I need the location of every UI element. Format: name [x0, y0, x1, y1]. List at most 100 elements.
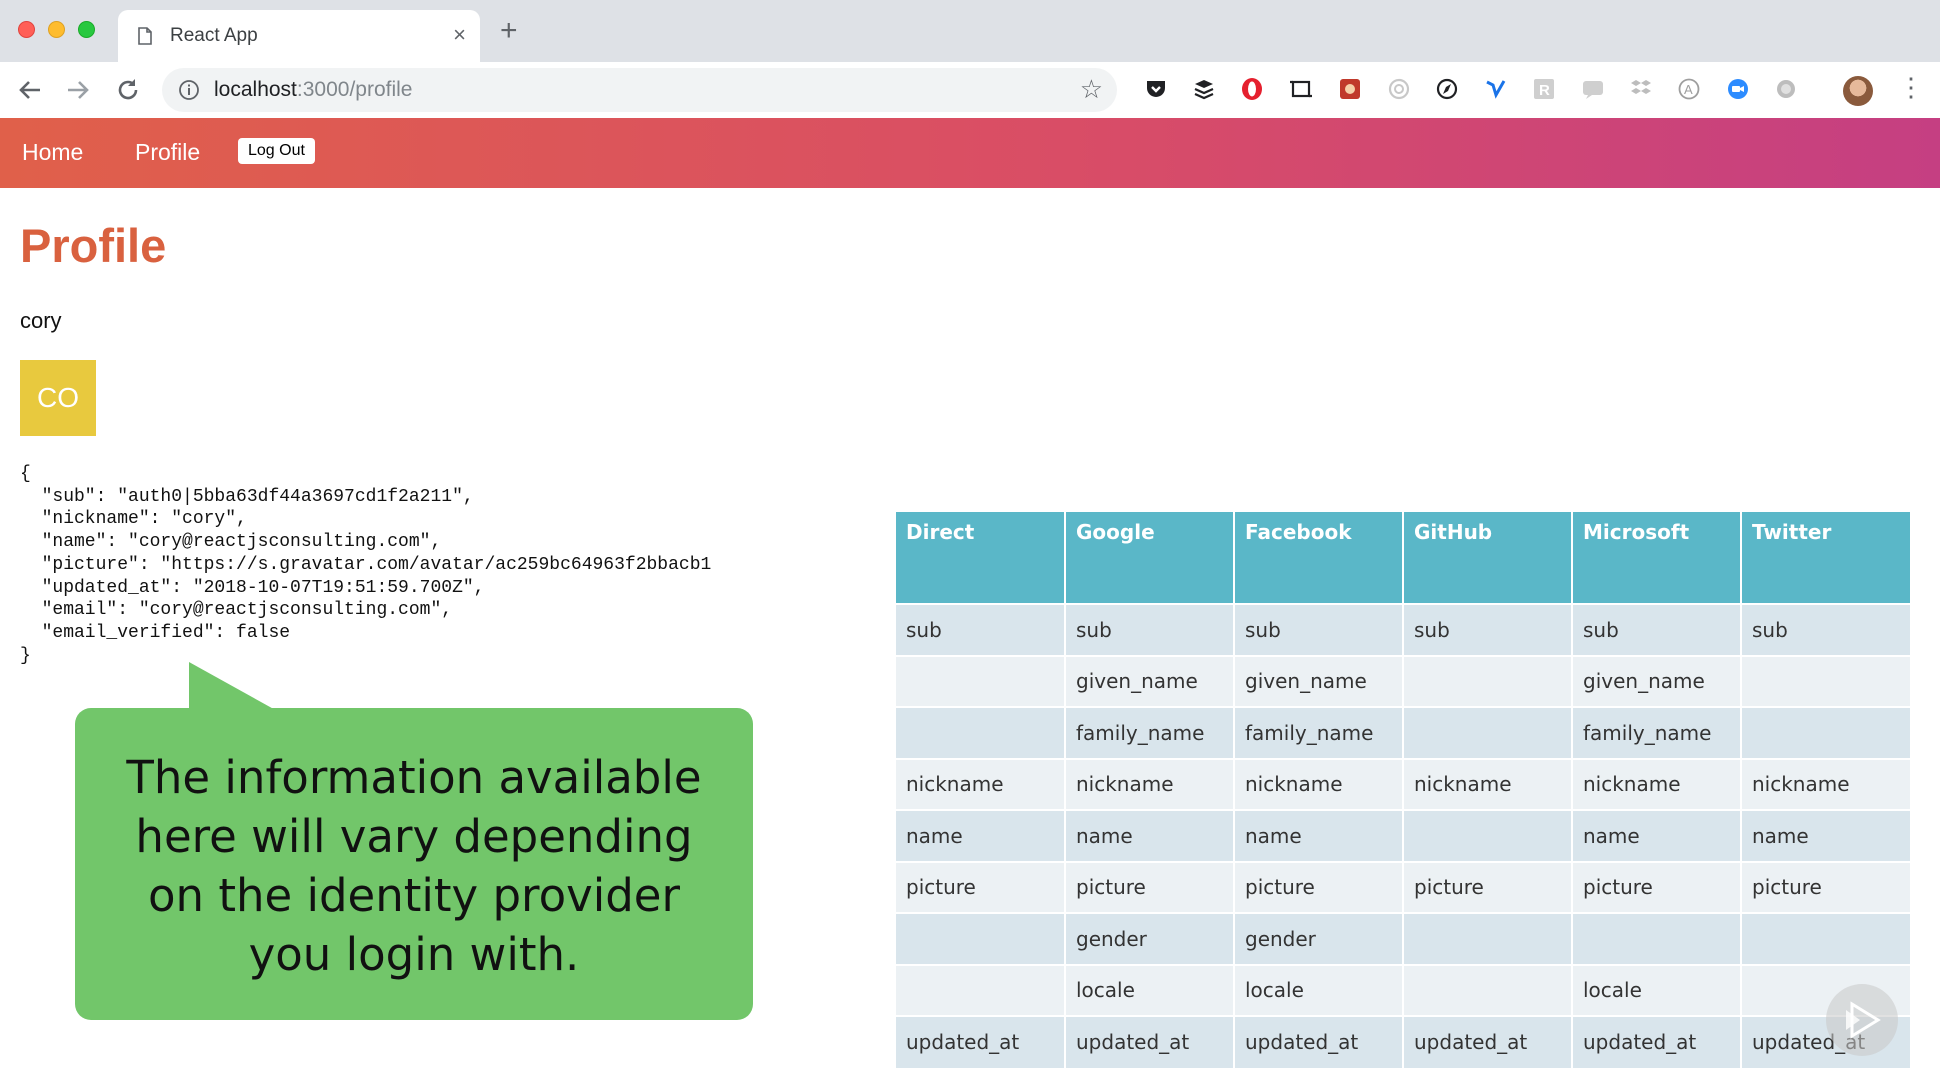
table-row: given_name given_name given_name	[896, 654, 1910, 707]
table-cell: nickname	[1572, 757, 1742, 810]
reload-icon[interactable]	[112, 74, 144, 106]
video-play-icon[interactable]	[1826, 984, 1898, 1056]
table-cell: picture	[1065, 860, 1235, 913]
image-ext-icon[interactable]	[1337, 77, 1363, 103]
table-cell: locale	[1234, 963, 1404, 1016]
column-header-twitter: Twitter	[1741, 512, 1910, 604]
table-cell	[1403, 963, 1573, 1016]
column-header-github: GitHub	[1403, 512, 1573, 604]
opera-icon[interactable]	[1239, 77, 1265, 103]
pocket-icon[interactable]	[1143, 77, 1169, 103]
table-cell: given_name	[1572, 654, 1742, 707]
table-cell	[896, 654, 1066, 707]
callout-tail	[189, 662, 279, 712]
address-bar[interactable]: localhost:3000/profile ☆	[162, 68, 1117, 112]
table-cell: name	[1065, 809, 1235, 862]
browser-tabstrip: React App × +	[0, 0, 1940, 62]
table-cell: nickname	[1234, 757, 1404, 810]
zoom-icon[interactable]	[1725, 77, 1751, 103]
table-header-row: Direct Google Facebook GitHub Microsoft …	[896, 512, 1910, 604]
callout-line: you login with.	[248, 928, 580, 981]
table-cell: updated_at	[896, 1015, 1066, 1068]
close-window-button[interactable]	[18, 21, 35, 38]
table-cell: given_name	[1065, 654, 1235, 707]
table-cell: picture	[1234, 860, 1404, 913]
callout-bubble: The information available here will vary…	[75, 708, 753, 1020]
table-cell: picture	[1741, 860, 1910, 913]
document-icon	[138, 27, 152, 45]
table-row: name name name name name	[896, 809, 1910, 862]
identity-provider-table: Direct Google Facebook GitHub Microsoft …	[896, 512, 1910, 1068]
callout-line: The information available	[126, 751, 702, 804]
bookmark-star-icon[interactable]: ☆	[1080, 74, 1103, 105]
table-cell	[1572, 912, 1742, 965]
user-avatar-icon[interactable]	[1843, 76, 1873, 106]
table-cell: gender	[1234, 912, 1404, 965]
table-cell	[896, 706, 1066, 759]
table-cell: nickname	[1741, 757, 1910, 810]
table-cell: family_name	[1065, 706, 1235, 759]
column-header-facebook: Facebook	[1234, 512, 1404, 604]
callout-text: The information available here will vary…	[75, 748, 753, 984]
table-cell: family_name	[1572, 706, 1742, 759]
table-cell: nickname	[896, 757, 1066, 810]
more-menu-icon[interactable]: ⋮	[1898, 72, 1924, 103]
table-row: sub sub sub sub sub sub	[896, 603, 1910, 656]
column-header-direct: Direct	[896, 512, 1066, 604]
browser-toolbar: localhost:3000/profile ☆ R A ⋮	[0, 62, 1940, 119]
table-cell: locale	[1572, 963, 1742, 1016]
compass-icon[interactable]	[1434, 77, 1460, 103]
back-icon[interactable]	[14, 74, 46, 106]
app-navbar: Home Profile Log Out	[0, 118, 1940, 188]
table-cell: sub	[1234, 603, 1404, 656]
table-cell	[896, 963, 1066, 1016]
table-cell	[1403, 654, 1573, 707]
table-cell: updated_at	[1403, 1015, 1573, 1068]
table-cell: sub	[1572, 603, 1742, 656]
play-icon	[1846, 1001, 1881, 1039]
table-cell: nickname	[1403, 757, 1573, 810]
svg-text:A: A	[1684, 82, 1693, 97]
info-icon[interactable]	[178, 79, 200, 101]
buffer-icon[interactable]	[1191, 77, 1217, 103]
browser-tab[interactable]: React App ×	[118, 10, 480, 62]
table-row: nickname nickname nickname nickname nickname…	[896, 757, 1910, 810]
profile-json: { "sub": "auth0|5bba63df44a3697cd1f2a211…	[20, 464, 712, 666]
r-icon[interactable]: R	[1531, 77, 1557, 103]
table-cell: updated_at	[1572, 1015, 1742, 1068]
table-cell: name	[1234, 809, 1404, 862]
table-cell: picture	[1403, 860, 1573, 913]
circle-icon[interactable]	[1773, 77, 1799, 103]
nav-link-profile[interactable]: Profile	[135, 139, 200, 166]
profile-avatar: CO	[20, 360, 96, 436]
a-circle-icon[interactable]: A	[1676, 77, 1702, 103]
table-cell: nickname	[1065, 757, 1235, 810]
table-cell: sub	[1065, 603, 1235, 656]
dropbox-icon[interactable]	[1628, 77, 1654, 103]
url-text[interactable]: localhost:3000/profile	[214, 78, 412, 102]
table-cell: sub	[896, 603, 1066, 656]
refresh-circle-icon[interactable]	[1386, 77, 1412, 103]
url-host: localhost	[214, 78, 297, 101]
table-cell: sub	[1741, 603, 1910, 656]
vimeo-icon[interactable]	[1483, 77, 1509, 103]
forward-icon[interactable]	[62, 74, 94, 106]
column-header-google: Google	[1065, 512, 1235, 604]
screenshot-icon[interactable]	[1288, 77, 1314, 103]
table-cell: name	[1572, 809, 1742, 862]
table-cell: family_name	[1234, 706, 1404, 759]
nav-link-home[interactable]: Home	[22, 139, 83, 166]
table-cell: sub	[1403, 603, 1573, 656]
maximize-window-button[interactable]	[78, 21, 95, 38]
column-header-microsoft: Microsoft	[1572, 512, 1742, 604]
table-row: family_name family_name family_name	[896, 706, 1910, 759]
profile-username: cory	[20, 308, 62, 333]
table-cell: name	[896, 809, 1066, 862]
close-tab-icon[interactable]: ×	[453, 22, 466, 48]
table-cell	[1741, 706, 1910, 759]
logout-button[interactable]: Log Out	[238, 138, 315, 164]
chat-icon[interactable]	[1580, 77, 1606, 103]
minimize-window-button[interactable]	[48, 21, 65, 38]
table-cell: given_name	[1234, 654, 1404, 707]
new-tab-button[interactable]: +	[500, 16, 518, 46]
